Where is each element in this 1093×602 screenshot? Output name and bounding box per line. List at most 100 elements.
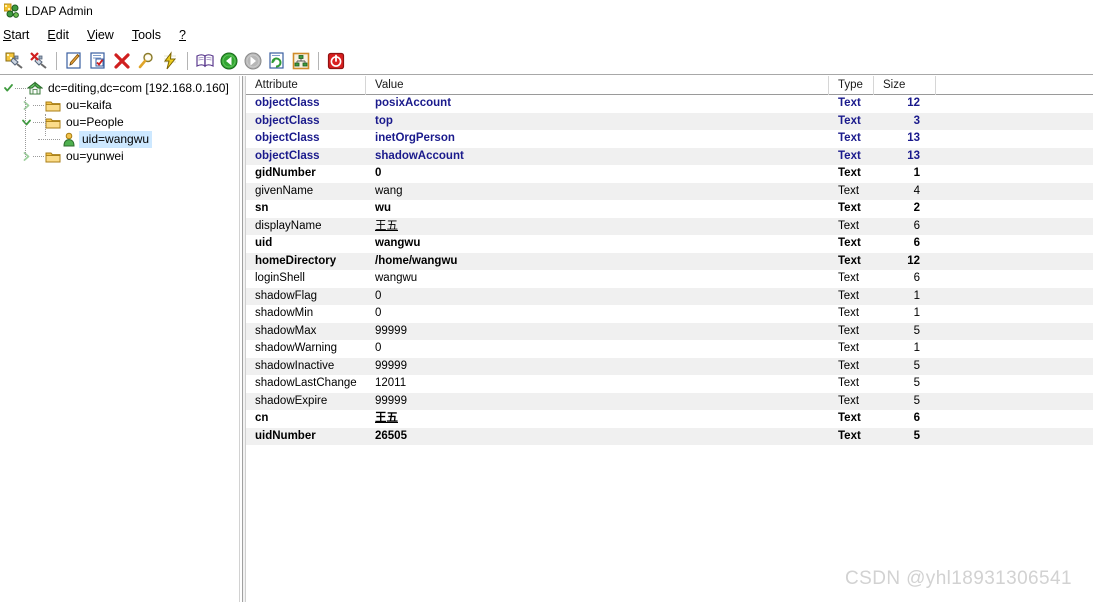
cell-attribute: shadowInactive: [255, 359, 335, 372]
table-row[interactable]: uid wangwu Text 6: [246, 235, 1093, 253]
cell-type: Text: [838, 394, 860, 407]
search-icon[interactable]: [134, 49, 158, 73]
table-row[interactable]: shadowExpire 99999 Text 5: [246, 392, 1093, 410]
tree-connector: [33, 104, 44, 107]
table-row[interactable]: shadowWarning 0 Text 1: [246, 340, 1093, 358]
directory-tree-panel[interactable]: dc=diting,dc=com [192.168.0.160] ou=kaif…: [0, 76, 240, 602]
table-row[interactable]: shadowLastChange 12011 Text 5: [246, 375, 1093, 393]
attribute-list-panel[interactable]: Attribute Value Type Size objectClass pos…: [246, 76, 1093, 602]
cell-attribute: shadowLastChange: [255, 377, 357, 390]
cell-value: posixAccount: [375, 97, 452, 110]
cell-size: 4: [913, 184, 920, 197]
tree-guide-line: [25, 97, 26, 157]
table-row[interactable]: objectClass shadowAccount Text 13: [246, 147, 1093, 165]
attribute-rows: objectClass posixAccount Text 12 objectClass…: [246, 95, 1093, 445]
table-row[interactable]: sn wu Text 2: [246, 200, 1093, 218]
back-arrow-icon[interactable]: [217, 49, 241, 73]
table-row[interactable]: givenName wang Text 4: [246, 182, 1093, 200]
table-row[interactable]: homeDirectory/home/wangwu Text 12: [246, 252, 1093, 270]
cell-attribute: shadowMax: [255, 324, 317, 337]
tree-guide-line: [45, 114, 46, 136]
connect-icon[interactable]: [3, 49, 27, 73]
menu-help[interactable]: ?: [170, 25, 195, 45]
cell-size: 12: [907, 97, 920, 110]
column-header-type[interactable]: Type: [829, 76, 874, 95]
folder-icon: [45, 116, 61, 130]
cell-attribute: objectClass: [255, 149, 320, 162]
cell-size: 13: [907, 149, 920, 162]
forward-arrow-icon[interactable]: [241, 49, 265, 73]
table-row[interactable]: uidNumber 26505 Text 5: [246, 427, 1093, 445]
delete-entry-icon[interactable]: [110, 49, 134, 73]
cell-attribute: homeDirectory: [255, 254, 337, 267]
table-row[interactable]: displayName 王五 Text 6: [246, 217, 1093, 235]
chevron-expanded-icon[interactable]: [2, 82, 15, 95]
table-row[interactable]: shadowMin 0 Text 1: [246, 305, 1093, 323]
cell-type: Text: [838, 412, 861, 425]
cell-size: 13: [907, 132, 920, 145]
table-row[interactable]: shadowInactive 99999 Text 5: [246, 357, 1093, 375]
refresh-icon[interactable]: [265, 49, 289, 73]
column-header-attribute[interactable]: Attribute: [246, 76, 366, 95]
table-row[interactable]: objectClass inetOrgPerson Text 13: [246, 130, 1093, 148]
cell-size: 1: [913, 307, 920, 320]
table-row[interactable]: objectClass top Text 3: [246, 112, 1093, 130]
tree-node-root[interactable]: dc=diting,dc=com [192.168.0.160]: [0, 80, 239, 97]
table-row[interactable]: loginShell wangwu Text 6: [246, 270, 1093, 288]
cell-size: 5: [913, 429, 920, 442]
column-header-filler: [936, 76, 1093, 95]
table-row[interactable]: gidNumber 0 Text 1: [246, 165, 1093, 183]
column-header-value[interactable]: Value: [366, 76, 829, 95]
toolbar[interactable]: [0, 47, 1093, 75]
exit-icon[interactable]: [324, 49, 348, 73]
table-row[interactable]: objectClass posixAccount Text 12: [246, 95, 1093, 113]
new-entry-icon[interactable]: [86, 49, 110, 73]
column-header-size[interactable]: Size: [874, 76, 936, 95]
cell-type: Text: [838, 272, 860, 285]
schema-book-icon[interactable]: [193, 49, 217, 73]
edit-entry-icon[interactable]: [62, 49, 86, 73]
menu-edit[interactable]: Edit: [38, 25, 78, 45]
chevron-down-icon[interactable]: [20, 116, 33, 129]
cell-value: /home/wangwu: [375, 254, 458, 267]
cell-type: Text: [838, 149, 861, 162]
cell-attribute: objectClass: [255, 97, 320, 110]
chevron-right-icon[interactable]: [20, 150, 33, 163]
tree-connector: [33, 155, 44, 158]
cell-type: Text: [838, 167, 861, 180]
toolbar-separator-1: [56, 51, 57, 70]
cell-type: Text: [838, 377, 860, 390]
cell-attribute: shadowMin: [255, 307, 314, 320]
tree-node-ou-people[interactable]: ou=People: [0, 114, 239, 131]
ldap-admin-icon: [3, 3, 20, 19]
cell-size: 2: [913, 202, 920, 215]
cell-value: 99999: [375, 394, 407, 407]
cell-type: Text: [838, 184, 860, 197]
table-row[interactable]: shadowFlag 0 Text 1: [246, 287, 1093, 305]
chevron-right-icon[interactable]: [20, 99, 33, 112]
table-row[interactable]: cn 王五 Text 6: [246, 410, 1093, 428]
menu-tools[interactable]: Tools: [123, 25, 170, 45]
person-icon: [61, 132, 77, 147]
tree-node-ou-yunwei[interactable]: ou=yunwei: [0, 148, 239, 165]
cell-value: 99999: [375, 359, 407, 372]
home-icon: [26, 81, 44, 96]
cell-value: wangwu: [375, 272, 418, 285]
cell-attribute: loginShell: [255, 272, 305, 285]
cell-attribute: uidNumber: [255, 429, 316, 442]
cell-value: wang: [375, 184, 403, 197]
attribute-list-header[interactable]: Attribute Value Type Size: [246, 76, 1093, 95]
menu-start[interactable]: Start: [0, 25, 38, 45]
disconnect-icon[interactable]: [27, 49, 51, 73]
cell-value: top: [375, 114, 393, 127]
tree-node-ou-kaifa[interactable]: ou=kaifa: [0, 97, 239, 114]
tree-node-uid-wangwu[interactable]: uid=wangwu: [0, 131, 239, 148]
menu-view[interactable]: View: [78, 25, 123, 45]
table-row[interactable]: shadowMax 99999 Text 5: [246, 322, 1093, 340]
tree-node-label: uid=wangwu: [79, 131, 153, 148]
tree-view-icon[interactable]: [289, 49, 313, 73]
menu-bar[interactable]: Start Edit View Tools ?: [0, 23, 1093, 46]
tree-node-label: ou=People: [66, 115, 124, 129]
run-action-icon[interactable]: [158, 49, 182, 73]
cell-value: wu: [375, 202, 391, 215]
